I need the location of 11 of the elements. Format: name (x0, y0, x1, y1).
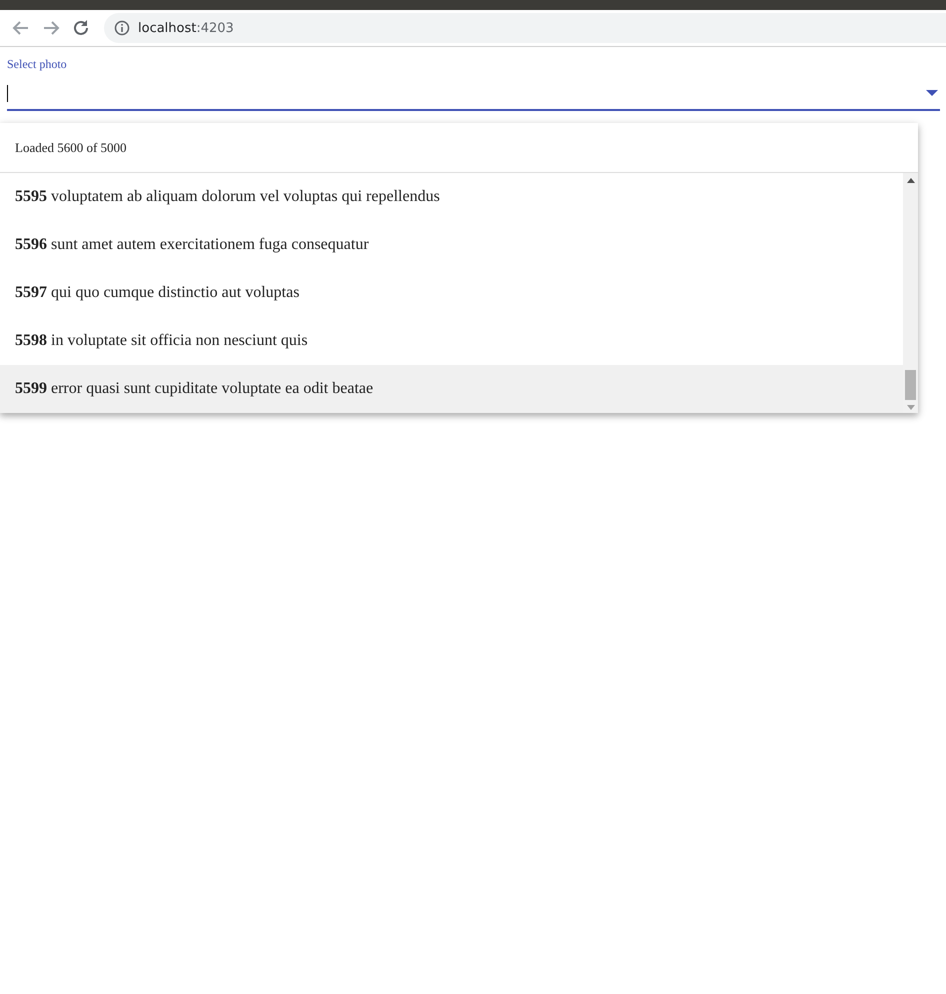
text-cursor (7, 84, 8, 102)
dropdown-caret-icon[interactable] (926, 90, 938, 96)
info-icon[interactable] (114, 20, 130, 36)
scroll-thumb[interactable] (905, 370, 916, 400)
scroll-up-icon[interactable] (906, 178, 914, 183)
field-label: Select photo (7, 57, 67, 72)
scrollbar[interactable] (903, 173, 918, 413)
url-text: localhost:4203 (138, 20, 234, 36)
dropdown-option[interactable]: 5599 error quasi sunt cupiditate voluptate ea odit beatae (0, 365, 903, 413)
address-bar[interactable]: localhost:4203 (104, 13, 946, 43)
loaded-status: Loaded 5600 of 5000 (15, 140, 127, 156)
